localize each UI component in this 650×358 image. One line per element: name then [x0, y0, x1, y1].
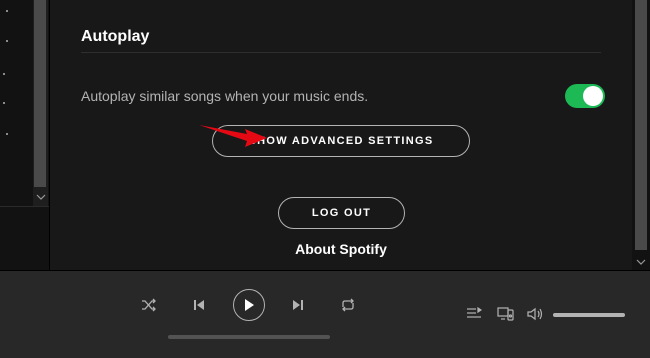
devices-icon[interactable] [496, 305, 516, 323]
sidebar [0, 0, 50, 270]
sidebar-dot [3, 102, 5, 104]
volume-icon[interactable] [527, 305, 545, 323]
next-icon[interactable] [290, 297, 306, 313]
logout-button[interactable]: LOG OUT [278, 197, 405, 229]
play-button[interactable] [233, 289, 265, 321]
about-spotify-link[interactable]: About Spotify [50, 241, 632, 257]
annotation-arrow-icon [199, 125, 267, 147]
player-bar [0, 270, 650, 358]
repeat-icon[interactable] [339, 296, 357, 314]
autoplay-description: Autoplay similar songs when your music e… [81, 88, 369, 104]
queue-icon[interactable] [466, 306, 482, 322]
volume-slider[interactable] [553, 313, 625, 317]
section-divider [81, 52, 601, 53]
sidebar-scroll-thumb[interactable] [34, 0, 46, 187]
autoplay-heading: Autoplay [81, 28, 150, 45]
main-scroll-thumb[interactable] [635, 0, 647, 250]
toggle-knob [583, 86, 603, 106]
sidebar-divider [0, 206, 50, 207]
chevron-down-icon[interactable] [635, 255, 647, 267]
settings-panel: Autoplay Autoplay similar songs when you… [50, 0, 632, 270]
autoplay-toggle[interactable] [565, 84, 605, 108]
chevron-down-icon[interactable] [35, 190, 47, 202]
play-icon [245, 299, 254, 311]
sidebar-dot [3, 73, 5, 75]
main-scrollbar[interactable] [632, 0, 650, 270]
sidebar-dot [6, 40, 8, 42]
sidebar-dot [6, 133, 8, 135]
shuffle-icon[interactable] [140, 296, 158, 314]
previous-icon[interactable] [191, 297, 207, 313]
playback-progress-bar[interactable] [168, 335, 330, 339]
sidebar-dot [6, 10, 8, 12]
